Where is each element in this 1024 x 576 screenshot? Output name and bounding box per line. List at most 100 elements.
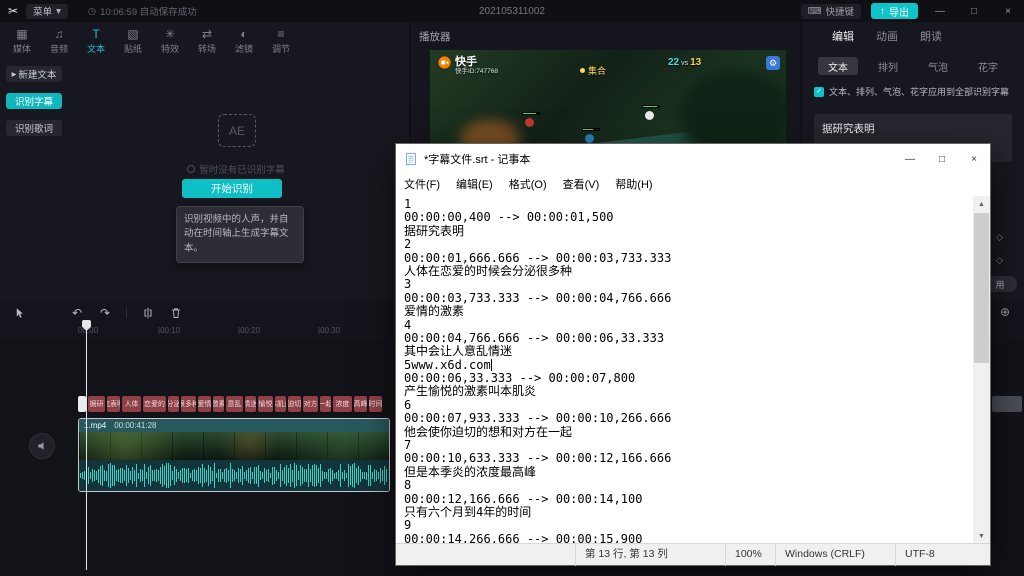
notepad-minimize-button[interactable]: — <box>894 144 926 174</box>
subtitle-clip[interactable]: 浓度 <box>333 396 352 412</box>
subtitle-clip[interactable]: 对方 <box>303 396 318 412</box>
gear-icon: ⚙ <box>769 58 777 69</box>
watermark-text: 快手 <box>455 56 498 68</box>
subtitle-clip[interactable]: 意乱 <box>226 396 243 412</box>
media-tab[interactable]: ♫ 音频 <box>41 25 77 58</box>
split-tool-icon[interactable] <box>141 306 155 320</box>
media-tab[interactable]: ✳ 特效 <box>152 25 188 58</box>
new-text-button[interactable]: ▸ 新建文本 <box>6 66 62 82</box>
export-button[interactable]: ↑ 导出 <box>871 3 918 19</box>
chevron-down-icon: ▾ <box>56 6 61 17</box>
video-clip[interactable]: 1.mp4 00:00:41:28 <box>78 418 390 492</box>
media-tab[interactable]: ⇄ 转场 <box>189 25 225 58</box>
media-tab[interactable]: T 文本 <box>78 25 114 58</box>
keyboard-icon: ⌨ <box>808 6 822 17</box>
scrollbar-thumb[interactable] <box>974 213 989 363</box>
apply-all-checkbox[interactable]: ✓ <box>814 87 824 97</box>
text-line: 据研究表明 <box>404 225 973 238</box>
subtitle-clip[interactable] <box>992 396 1022 412</box>
media-tab-label: 音频 <box>50 42 68 55</box>
keyframe-diamond-icon[interactable]: ◇ <box>996 232 1003 243</box>
audio-waveform <box>79 460 389 491</box>
player-panel-title: 播放器 <box>419 29 451 44</box>
delete-icon[interactable] <box>169 306 183 320</box>
subtitle-clip[interactable]: 迫切 <box>288 396 301 412</box>
media-tab[interactable]: ▧ 贴纸 <box>115 25 151 58</box>
recognition-tooltip: 识别视频中的人声，并自动在时间轴上生成字幕文本。 <box>176 206 304 263</box>
subtitle-clip[interactable]: 究表明 <box>107 396 120 412</box>
keyframe-diamond-icon[interactable]: ◇ <box>996 255 1003 266</box>
notepad-text-area[interactable]: 1 00:00:00,400 --> 00:00:01,500 据研究表明 2 … <box>396 196 990 545</box>
text-subtab[interactable]: 花字 <box>968 57 1008 75</box>
notepad-titlebar[interactable]: *字幕文件.srt - 记事本 — □ × <box>396 144 990 174</box>
subtitle-clip[interactable]: 一起 <box>320 396 331 412</box>
notepad-menu-item[interactable]: 格式(O) <box>501 174 555 196</box>
edit-tab-bar: 编辑 动画 朗读 <box>802 22 1024 44</box>
edit-tab[interactable]: 动画 <box>876 28 898 44</box>
subtitle-clip[interactable]: 本肌炎 <box>275 396 286 412</box>
topbar-right: ⌨ 快捷键 ↑ 导出 — □ × <box>801 0 1020 22</box>
subtitle-clip-text: 意乱 <box>228 399 242 409</box>
notepad-scrollbar[interactable]: ▲ ▼ <box>973 196 990 545</box>
text-subtab[interactable]: 气泡 <box>918 57 958 75</box>
subtitle-clip[interactable] <box>78 396 86 412</box>
recognize-subtitle-button[interactable]: 识别字幕 <box>6 93 62 109</box>
notepad-text-lines: 1 00:00:00,400 --> 00:00:01,500 据研究表明 2 … <box>404 198 973 545</box>
subtitle-clip[interactable]: 很多种 <box>181 396 196 412</box>
text-line: 其中会让人意乱情迷 <box>404 345 973 358</box>
subtitle-clip[interactable]: 时间 <box>369 396 382 412</box>
clip-header: 1.mp4 00:00:41:28 <box>79 419 389 432</box>
notepad-maximize-button[interactable]: □ <box>926 144 958 174</box>
notepad-menu-item[interactable]: 查看(V) <box>555 174 608 196</box>
undo-icon[interactable]: ↶ <box>70 306 84 320</box>
select-tool-icon[interactable] <box>12 306 26 320</box>
subtitle-clip[interactable]: 爱情 <box>198 396 211 412</box>
notepad-close-button[interactable]: × <box>958 144 990 174</box>
media-tab[interactable]: ▦ 媒体 <box>4 25 40 58</box>
mute-original-audio-button[interactable] <box>29 433 55 459</box>
text-subtab[interactable]: 文本 <box>818 57 858 75</box>
subtitle-clip[interactable]: 分泌 <box>168 396 179 412</box>
text-cursor <box>491 359 492 371</box>
subtitle-clip[interactable]: 愉悦 <box>258 396 273 412</box>
zoom-level: 100% <box>725 544 775 566</box>
media-tab-bar: ▦ 媒体 ♫ 音频 T 文本 ▧ 贴纸 <box>0 22 409 58</box>
minimize-button[interactable]: — <box>928 6 952 17</box>
subtitle-clip[interactable]: 人体 <box>122 396 141 412</box>
text-subtab[interactable]: 排列 <box>868 57 908 75</box>
media-tab[interactable]: ≡ 调节 <box>263 25 299 58</box>
notepad-menu-item[interactable]: 文件(F) <box>396 174 448 196</box>
menu-button[interactable]: 菜单 ▾ <box>26 4 68 19</box>
edit-tab[interactable]: 朗读 <box>920 28 942 44</box>
shortcut-button[interactable]: ⌨ 快捷键 <box>801 4 861 19</box>
text-line: 00:00:03,733.333 --> 00:00:04,766.666 <box>404 292 973 305</box>
maximize-button[interactable]: □ <box>962 6 986 17</box>
timeline-scale-icon[interactable]: ⊕ <box>1000 305 1010 319</box>
kuaishou-logo-icon <box>438 56 451 69</box>
game-settings-button[interactable]: ⚙ <box>766 56 780 70</box>
speaker-icon <box>36 440 48 452</box>
subtitle-clip-text: 激素 <box>213 399 224 409</box>
clip-duration: 00:00:41:28 <box>114 421 156 430</box>
export-label: 导出 <box>889 4 909 19</box>
subtitle-clip-text: 分泌 <box>168 399 179 409</box>
subtitle-clip[interactable]: 情迷 <box>245 396 256 412</box>
notepad-menu-item[interactable]: 帮助(H) <box>607 174 660 196</box>
media-tab[interactable]: ◐ 滤镜 <box>226 25 262 58</box>
subtitle-clip-text: 浓度 <box>336 399 350 409</box>
recognize-lyrics-button[interactable]: 识别歌词 <box>6 120 62 136</box>
app-window: ✂ 菜单 ▾ ◷ 10:06:59 自动保存成功 202105311002 ⌨ … <box>0 0 1024 576</box>
start-recognition-button[interactable]: 开始识别 <box>182 179 282 198</box>
close-button[interactable]: × <box>996 6 1020 17</box>
redo-icon[interactable]: ↷ <box>98 306 112 320</box>
jianying-logo-icon: ✂ <box>8 5 18 17</box>
subtitle-clip[interactable]: 据研 <box>88 396 105 412</box>
scroll-up-icon[interactable]: ▲ <box>973 196 990 213</box>
notepad-menu-item[interactable]: 编辑(E) <box>448 174 501 196</box>
subtitle-clip[interactable]: 恋爱的 <box>143 396 166 412</box>
playhead[interactable] <box>86 320 87 570</box>
subtitle-clip[interactable]: 激素 <box>213 396 224 412</box>
edit-tab[interactable]: 编辑 <box>832 28 854 44</box>
subtitle-clip[interactable]: 高峰 <box>354 396 367 412</box>
notepad-title: *字幕文件.srt - 记事本 <box>424 151 530 167</box>
